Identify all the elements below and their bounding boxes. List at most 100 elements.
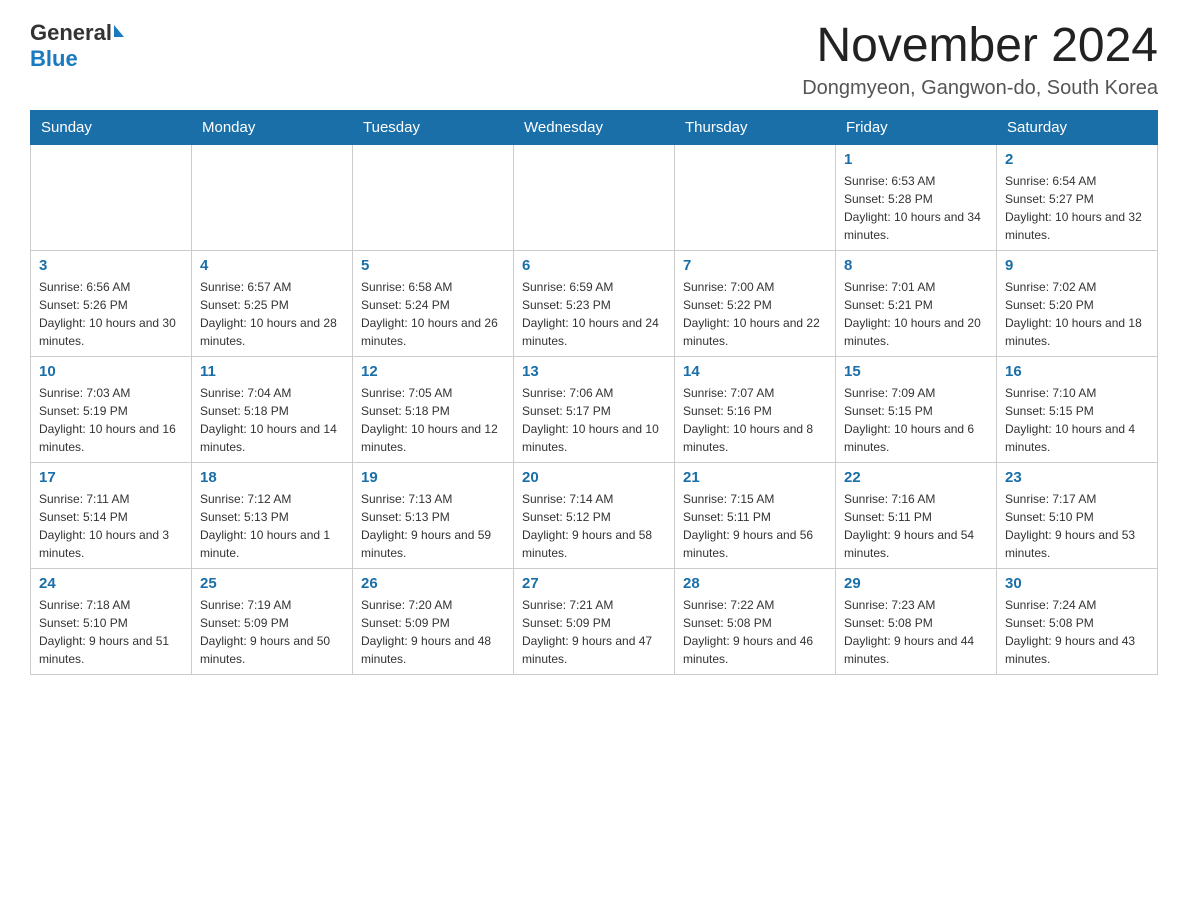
day-number: 14: [683, 363, 827, 380]
weekday-header: Friday: [836, 110, 997, 144]
day-info: Sunrise: 7:07 AMSunset: 5:16 PMDaylight:…: [683, 384, 827, 456]
calendar-day-cell: 26Sunrise: 7:20 AMSunset: 5:09 PMDayligh…: [353, 568, 514, 674]
weekday-header: Tuesday: [353, 110, 514, 144]
calendar-week-row: 3Sunrise: 6:56 AMSunset: 5:26 PMDaylight…: [31, 250, 1158, 356]
calendar-day-cell: 13 Sunrise: 7:06 AMSunset: 5:17 PMDayligh…: [514, 356, 675, 462]
day-info: Sunrise: 7:24 AMSunset: 5:08 PMDaylight:…: [1005, 596, 1149, 668]
calendar-day-cell: 6 Sunrise: 6:59 AMSunset: 5:23 PMDaylight…: [514, 250, 675, 356]
logo-general-text: General: [30, 20, 112, 46]
day-info: Sunrise: 7:01 AMSunset: 5:21 PMDaylight:…: [844, 278, 988, 350]
calendar-day-cell: 22 Sunrise: 7:16 AMSunset: 5:11 PMDayligh…: [836, 462, 997, 568]
day-info: Sunrise: 7:16 AMSunset: 5:11 PMDaylight:…: [844, 490, 988, 562]
title-area: November 2024 Dongmyeon, Gangwon-do, Sou…: [802, 20, 1158, 100]
day-number: 19: [361, 469, 505, 486]
day-number: 2: [1005, 151, 1149, 168]
day-number: 21: [683, 469, 827, 486]
day-number: 29: [844, 575, 988, 592]
day-info: Sunrise: 7:22 AMSunset: 5:08 PMDaylight:…: [683, 596, 827, 668]
day-info: Sunrise: 7:14 AMSunset: 5:12 PMDaylight:…: [522, 490, 666, 562]
weekday-header: Saturday: [997, 110, 1158, 144]
day-info: Sunrise: 7:05 AMSunset: 5:18 PMDaylight:…: [361, 384, 505, 456]
day-info: Sunrise: 7:04 AMSunset: 5:18 PMDaylight:…: [200, 384, 344, 456]
logo-triangle-icon: [114, 25, 124, 37]
day-number: 30: [1005, 575, 1149, 592]
day-info: Sunrise: 7:13 AMSunset: 5:13 PMDaylight:…: [361, 490, 505, 562]
calendar-day-cell: 27 Sunrise: 7:21 AMSunset: 5:09 PMDayligh…: [514, 568, 675, 674]
calendar-week-row: 10Sunrise: 7:03 AMSunset: 5:19 PMDayligh…: [31, 356, 1158, 462]
day-info: Sunrise: 7:21 AMSunset: 5:09 PMDaylight:…: [522, 596, 666, 668]
calendar-day-cell: 10Sunrise: 7:03 AMSunset: 5:19 PMDayligh…: [31, 356, 192, 462]
day-info: Sunrise: 7:12 AMSunset: 5:13 PMDaylight:…: [200, 490, 344, 562]
day-number: 24: [39, 575, 183, 592]
day-number: 18: [200, 469, 344, 486]
calendar-table: SundayMondayTuesdayWednesdayThursdayFrid…: [30, 110, 1158, 675]
day-info: Sunrise: 7:19 AMSunset: 5:09 PMDaylight:…: [200, 596, 344, 668]
calendar-day-cell: [675, 144, 836, 250]
calendar-day-cell: 5Sunrise: 6:58 AMSunset: 5:24 PMDaylight…: [353, 250, 514, 356]
day-info: Sunrise: 7:10 AMSunset: 5:15 PMDaylight:…: [1005, 384, 1149, 456]
calendar-week-row: 17Sunrise: 7:11 AMSunset: 5:14 PMDayligh…: [31, 462, 1158, 568]
calendar-day-cell: 20 Sunrise: 7:14 AMSunset: 5:12 PMDayligh…: [514, 462, 675, 568]
day-number: 23: [1005, 469, 1149, 486]
day-number: 8: [844, 257, 988, 274]
day-info: Sunrise: 7:02 AMSunset: 5:20 PMDaylight:…: [1005, 278, 1149, 350]
calendar-day-cell: [31, 144, 192, 250]
calendar-day-cell: 21 Sunrise: 7:15 AMSunset: 5:11 PMDayligh…: [675, 462, 836, 568]
day-info: Sunrise: 6:53 AMSunset: 5:28 PMDaylight:…: [844, 172, 988, 244]
logo: General Blue: [30, 20, 124, 72]
calendar-day-cell: [192, 144, 353, 250]
calendar-day-cell: 9 Sunrise: 7:02 AMSunset: 5:20 PMDaylight…: [997, 250, 1158, 356]
calendar-day-cell: 12Sunrise: 7:05 AMSunset: 5:18 PMDayligh…: [353, 356, 514, 462]
day-info: Sunrise: 7:17 AMSunset: 5:10 PMDaylight:…: [1005, 490, 1149, 562]
day-number: 16: [1005, 363, 1149, 380]
day-info: Sunrise: 7:15 AMSunset: 5:11 PMDaylight:…: [683, 490, 827, 562]
day-number: 13: [522, 363, 666, 380]
calendar-day-cell: 28 Sunrise: 7:22 AMSunset: 5:08 PMDayligh…: [675, 568, 836, 674]
logo-blue-text: Blue: [30, 46, 78, 72]
day-info: Sunrise: 7:18 AMSunset: 5:10 PMDaylight:…: [39, 596, 183, 668]
day-number: 11: [200, 363, 344, 380]
calendar-day-cell: 23 Sunrise: 7:17 AMSunset: 5:10 PMDayligh…: [997, 462, 1158, 568]
day-info: Sunrise: 6:58 AMSunset: 5:24 PMDaylight:…: [361, 278, 505, 350]
day-number: 9: [1005, 257, 1149, 274]
weekday-header: Thursday: [675, 110, 836, 144]
calendar-header-row: SundayMondayTuesdayWednesdayThursdayFrid…: [31, 110, 1158, 144]
day-info: Sunrise: 6:56 AMSunset: 5:26 PMDaylight:…: [39, 278, 183, 350]
day-number: 22: [844, 469, 988, 486]
calendar-day-cell: 1 Sunrise: 6:53 AMSunset: 5:28 PMDaylight…: [836, 144, 997, 250]
day-number: 7: [683, 257, 827, 274]
day-info: Sunrise: 7:03 AMSunset: 5:19 PMDaylight:…: [39, 384, 183, 456]
day-number: 17: [39, 469, 183, 486]
day-number: 6: [522, 257, 666, 274]
calendar-day-cell: 29Sunrise: 7:23 AMSunset: 5:08 PMDayligh…: [836, 568, 997, 674]
day-info: Sunrise: 6:59 AMSunset: 5:23 PMDaylight:…: [522, 278, 666, 350]
day-info: Sunrise: 7:00 AMSunset: 5:22 PMDaylight:…: [683, 278, 827, 350]
calendar-day-cell: 3Sunrise: 6:56 AMSunset: 5:26 PMDaylight…: [31, 250, 192, 356]
page-header: General Blue November 2024 Dongmyeon, Ga…: [30, 20, 1158, 100]
calendar-day-cell: 25 Sunrise: 7:19 AMSunset: 5:09 PMDayligh…: [192, 568, 353, 674]
day-number: 15: [844, 363, 988, 380]
calendar-day-cell: 17Sunrise: 7:11 AMSunset: 5:14 PMDayligh…: [31, 462, 192, 568]
calendar-day-cell: 8 Sunrise: 7:01 AMSunset: 5:21 PMDaylight…: [836, 250, 997, 356]
calendar-day-cell: 24 Sunrise: 7:18 AMSunset: 5:10 PMDayligh…: [31, 568, 192, 674]
weekday-header: Monday: [192, 110, 353, 144]
weekday-header: Wednesday: [514, 110, 675, 144]
day-number: 28: [683, 575, 827, 592]
day-info: Sunrise: 7:06 AMSunset: 5:17 PMDaylight:…: [522, 384, 666, 456]
calendar-day-cell: 15Sunrise: 7:09 AMSunset: 5:15 PMDayligh…: [836, 356, 997, 462]
month-title: November 2024: [802, 20, 1158, 73]
day-number: 4: [200, 257, 344, 274]
day-number: 27: [522, 575, 666, 592]
calendar-day-cell: 7 Sunrise: 7:00 AMSunset: 5:22 PMDaylight…: [675, 250, 836, 356]
day-info: Sunrise: 6:54 AMSunset: 5:27 PMDaylight:…: [1005, 172, 1149, 244]
calendar-day-cell: 2 Sunrise: 6:54 AMSunset: 5:27 PMDaylight…: [997, 144, 1158, 250]
day-number: 20: [522, 469, 666, 486]
day-number: 1: [844, 151, 988, 168]
day-info: Sunrise: 7:20 AMSunset: 5:09 PMDaylight:…: [361, 596, 505, 668]
calendar-day-cell: 30 Sunrise: 7:24 AMSunset: 5:08 PMDayligh…: [997, 568, 1158, 674]
calendar-week-row: 24 Sunrise: 7:18 AMSunset: 5:10 PMDayligh…: [31, 568, 1158, 674]
calendar-week-row: 1 Sunrise: 6:53 AMSunset: 5:28 PMDaylight…: [31, 144, 1158, 250]
day-number: 25: [200, 575, 344, 592]
weekday-header: Sunday: [31, 110, 192, 144]
calendar-day-cell: [514, 144, 675, 250]
